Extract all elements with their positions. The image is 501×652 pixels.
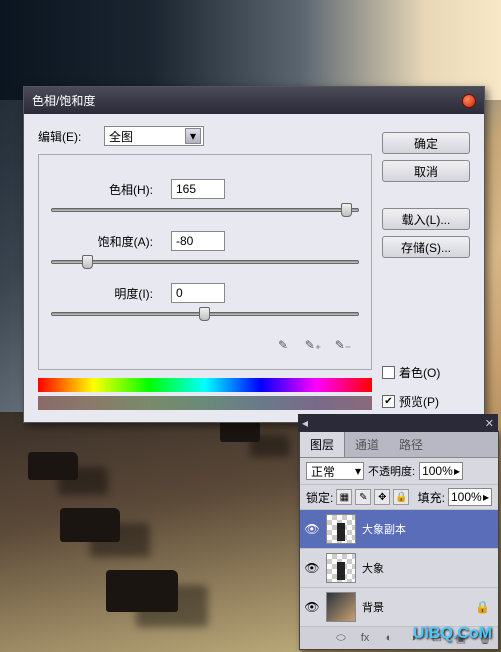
preview-checkbox[interactable]: ✔ bbox=[382, 395, 395, 408]
dialog-titlebar[interactable]: 色相/饱和度 bbox=[24, 87, 484, 114]
lightness-label: 明度(I): bbox=[51, 285, 163, 302]
dialog-title: 色相/饱和度 bbox=[32, 92, 95, 109]
dialog-left-column: 编辑(E): 全图 ▾ 色相(H): bbox=[38, 126, 372, 410]
colorize-row: 着色(O) bbox=[382, 364, 470, 381]
lock-move-icon[interactable]: ✥ bbox=[374, 489, 390, 505]
layer-row[interactable]: 👁 大象 bbox=[300, 549, 498, 588]
close-icon[interactable]: ✕ bbox=[485, 417, 494, 430]
tab-channels[interactable]: 通道 bbox=[345, 432, 389, 457]
blend-row: 正常 ▾ 不透明度: 100%▸ bbox=[300, 458, 498, 485]
fill-input[interactable]: 100%▸ bbox=[448, 488, 492, 506]
tab-layers[interactable]: 图层 bbox=[300, 432, 345, 457]
chevron-right-icon: ▸ bbox=[483, 490, 489, 504]
chevron-down-icon: ▾ bbox=[185, 128, 201, 144]
background-road bbox=[0, 412, 300, 652]
saturation-group: 饱和度(A): bbox=[51, 231, 359, 269]
ok-button[interactable]: 确定 bbox=[382, 132, 470, 154]
lock-transparency-icon[interactable]: ▦ bbox=[336, 489, 352, 505]
panel-menu-icon[interactable]: ◂ bbox=[302, 416, 308, 430]
close-icon[interactable] bbox=[462, 94, 476, 108]
lock-icon: 🔒 bbox=[475, 600, 490, 614]
layer-name: 大象副本 bbox=[362, 521, 406, 537]
eyedropper-icon[interactable]: ✎ bbox=[273, 335, 293, 355]
hue-slider[interactable] bbox=[51, 203, 359, 217]
layers-panel: ◂ ✕ 图层 通道 路径 正常 ▾ 不透明度: 100%▸ 锁定: ▦ ✎ ✥ … bbox=[299, 431, 499, 650]
hue-saturation-dialog: 色相/饱和度 编辑(E): 全图 ▾ 色相(H): bbox=[23, 86, 485, 423]
visibility-icon[interactable]: 👁 bbox=[304, 522, 320, 536]
layer-name: 大象 bbox=[362, 560, 384, 576]
eyedropper-row: ✎ ✎₊ ✎₋ bbox=[51, 335, 359, 355]
layer-name: 背景 bbox=[362, 599, 384, 615]
car-shape bbox=[28, 452, 78, 480]
preview-label: 预览(P) bbox=[399, 393, 439, 410]
layer-thumbnail[interactable] bbox=[326, 514, 356, 544]
fx-icon[interactable]: fx bbox=[356, 630, 374, 646]
colorize-label: 着色(O) bbox=[399, 364, 440, 381]
layer-thumbnail[interactable] bbox=[326, 553, 356, 583]
colorize-checkbox[interactable] bbox=[382, 366, 395, 379]
opacity-label: 不透明度: bbox=[368, 463, 415, 479]
panel-tabs: 图层 通道 路径 bbox=[300, 432, 498, 458]
layer-row[interactable]: 👁 大象副本 bbox=[300, 510, 498, 549]
lightness-slider[interactable] bbox=[51, 307, 359, 321]
edit-select[interactable]: 全图 ▾ bbox=[104, 126, 204, 146]
preview-row: ✔ 预览(P) bbox=[382, 393, 470, 410]
saturation-slider[interactable] bbox=[51, 255, 359, 269]
dialog-right-column: 确定 取消 载入(L)... 存储(S)... 着色(O) ✔ 预览(P) bbox=[382, 126, 470, 410]
slider-rail bbox=[51, 260, 359, 264]
chevron-right-icon: ▸ bbox=[454, 464, 460, 478]
eyedropper-plus-icon[interactable]: ✎₊ bbox=[303, 335, 323, 355]
load-button[interactable]: 载入(L)... bbox=[382, 208, 470, 230]
saturation-input[interactable] bbox=[171, 231, 225, 251]
fill-label: 填充: bbox=[418, 489, 445, 506]
hue-label: 色相(H): bbox=[51, 181, 163, 198]
layer-row[interactable]: 👁 背景 🔒 bbox=[300, 588, 498, 627]
edit-row: 编辑(E): 全图 ▾ bbox=[38, 126, 372, 146]
edit-select-value: 全图 bbox=[109, 128, 133, 145]
hue-input[interactable] bbox=[171, 179, 225, 199]
opacity-input[interactable]: 100%▸ bbox=[419, 462, 463, 480]
cancel-button[interactable]: 取消 bbox=[382, 160, 470, 182]
panel-header-bar[interactable]: ◂ ✕ bbox=[298, 414, 498, 432]
lock-row: 锁定: ▦ ✎ ✥ 🔒 填充: 100%▸ bbox=[300, 485, 498, 510]
chevron-down-icon: ▾ bbox=[355, 464, 361, 478]
blend-mode-select[interactable]: 正常 ▾ bbox=[306, 462, 364, 480]
tab-paths[interactable]: 路径 bbox=[389, 432, 433, 457]
result-spectrum-bar bbox=[38, 396, 372, 410]
saturation-label: 饱和度(A): bbox=[51, 233, 163, 250]
lightness-group: 明度(I): bbox=[51, 283, 359, 321]
slider-thumb[interactable] bbox=[199, 307, 210, 321]
slider-thumb[interactable] bbox=[82, 255, 93, 269]
sliders-fieldset: 色相(H): 饱和度(A): bbox=[38, 154, 372, 370]
lock-brush-icon[interactable]: ✎ bbox=[355, 489, 371, 505]
mask-icon[interactable]: ◐ bbox=[380, 630, 398, 646]
car-shape bbox=[106, 570, 178, 612]
hue-group: 色相(H): bbox=[51, 179, 359, 217]
background-sky bbox=[0, 0, 501, 100]
car-shape bbox=[220, 420, 260, 442]
edit-label: 编辑(E): bbox=[38, 128, 98, 145]
hue-spectrum-bar bbox=[38, 378, 372, 392]
link-icon[interactable]: ⬭ bbox=[332, 630, 350, 646]
visibility-icon[interactable]: 👁 bbox=[304, 561, 320, 575]
car-shape bbox=[60, 508, 120, 542]
watermark-text: UiBQ.CoM bbox=[413, 625, 492, 643]
save-button[interactable]: 存储(S)... bbox=[382, 236, 470, 258]
slider-rail bbox=[51, 208, 359, 212]
layer-thumbnail[interactable] bbox=[326, 592, 356, 622]
lightness-input[interactable] bbox=[171, 283, 225, 303]
lock-all-icon[interactable]: 🔒 bbox=[393, 489, 409, 505]
eyedropper-minus-icon[interactable]: ✎₋ bbox=[333, 335, 353, 355]
slider-thumb[interactable] bbox=[341, 203, 352, 217]
visibility-icon[interactable]: 👁 bbox=[304, 600, 320, 614]
lock-label: 锁定: bbox=[306, 489, 333, 506]
dialog-body: 编辑(E): 全图 ▾ 色相(H): bbox=[24, 114, 484, 422]
